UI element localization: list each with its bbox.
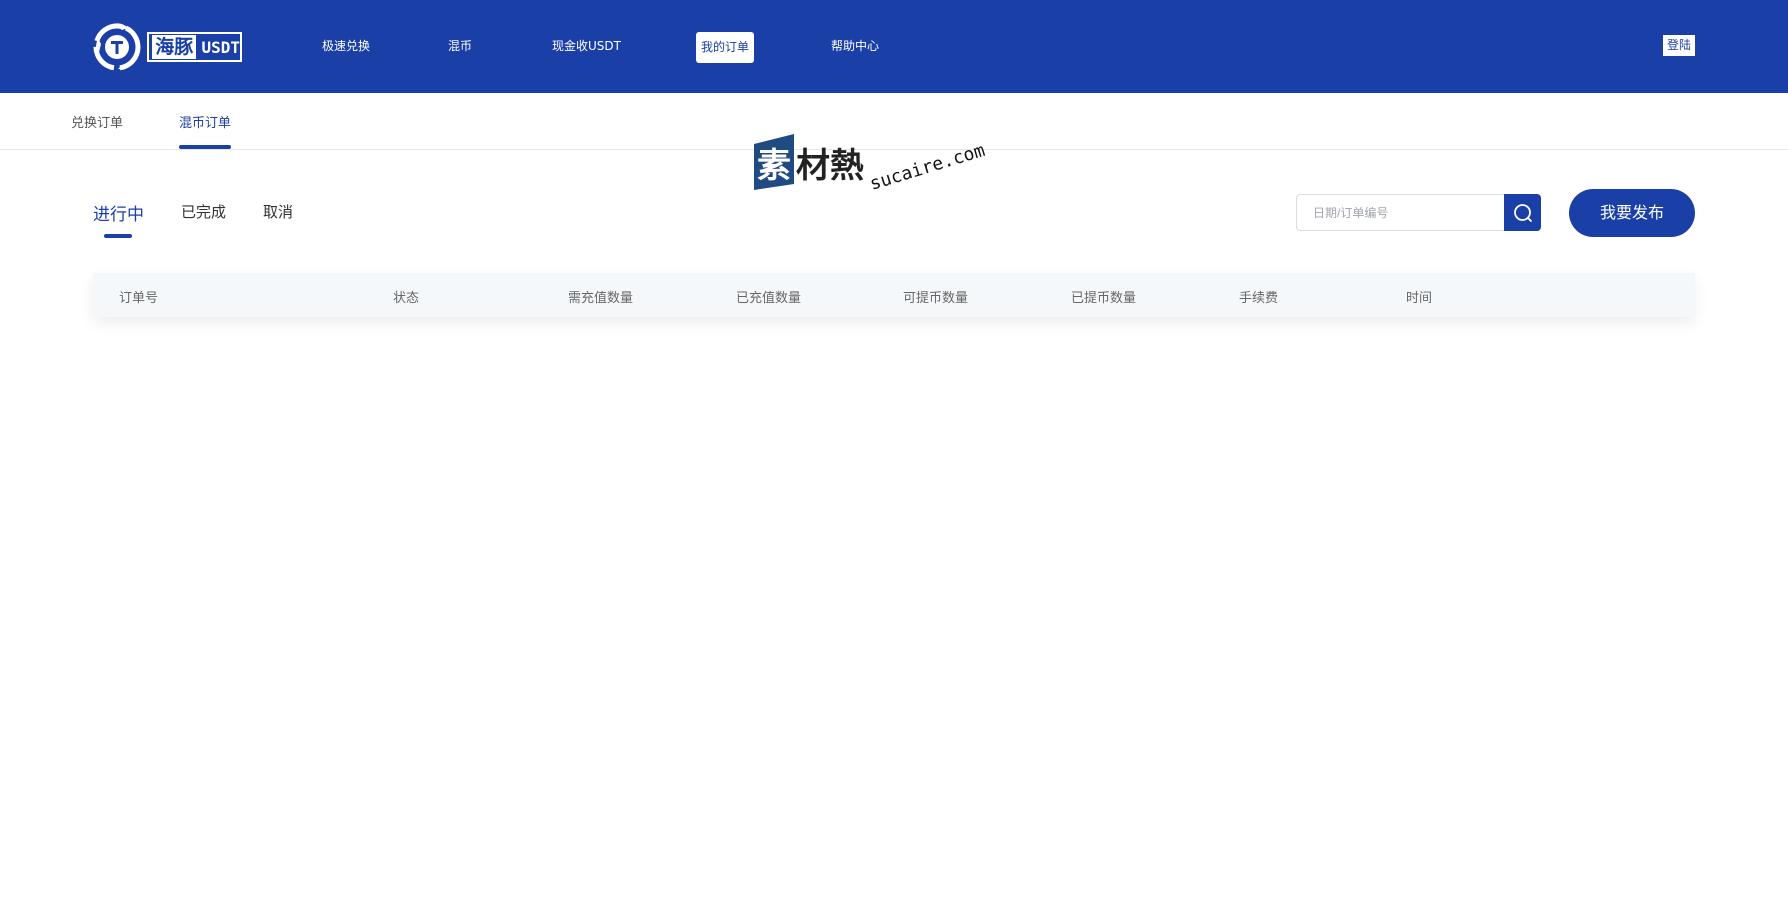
search-input[interactable]: [1296, 194, 1504, 231]
dolphin-logo-icon: [93, 23, 141, 71]
column-withdrawn: 已提币数量: [1071, 291, 1137, 306]
column-withdrawable: 可提币数量: [903, 291, 969, 306]
status-tab-cancelled[interactable]: 取消: [263, 201, 293, 222]
tab-mixing-orders[interactable]: 混币订单: [179, 112, 231, 131]
nav-item-cash-usdt[interactable]: 现金收USDT: [552, 35, 621, 57]
site-logo[interactable]: 海豚 USDT: [92, 20, 244, 72]
publish-button[interactable]: 我要发布: [1569, 189, 1695, 237]
status-tab-completed[interactable]: 已完成: [181, 201, 226, 222]
nav-item-my-orders[interactable]: 我的订单: [696, 32, 755, 63]
watermark-en-text: sucaire.com: [867, 140, 987, 195]
status-tab-indicator: [104, 234, 132, 238]
top-header: 海豚 USDT 极速兑换 混币 现金收USDT 我的订单 帮助中心 登陆: [0, 0, 1788, 93]
logo-cn-text: 海豚: [152, 35, 197, 59]
nav-item-help-center[interactable]: 帮助中心: [831, 35, 879, 57]
column-deposited: 已充值数量: [736, 291, 802, 306]
column-fee: 手续费: [1239, 291, 1279, 306]
logo-en-text: USDT: [201, 37, 240, 57]
watermark-cn-text: 材熱: [796, 146, 864, 186]
search-icon: [1513, 203, 1532, 222]
watermark-logo: 素 材熱 sucaire.com: [754, 134, 987, 195]
nav-item-mixing[interactable]: 混币: [448, 35, 472, 57]
search-button[interactable]: [1504, 194, 1541, 231]
column-required-deposit: 需充值数量: [568, 291, 634, 306]
active-tab-indicator: [179, 145, 231, 149]
status-tab-in-progress[interactable]: 进行中: [93, 200, 144, 225]
column-order-number: 订单号: [119, 291, 159, 306]
column-time: 时间: [1406, 291, 1433, 306]
column-status: 状态: [393, 291, 420, 306]
svg-text:素: 素: [757, 146, 791, 186]
logo-wordmark: 海豚 USDT: [147, 32, 242, 62]
tab-exchange-orders[interactable]: 兑换订单: [71, 112, 123, 131]
nav-item-fast-exchange[interactable]: 极速兑换: [322, 35, 370, 57]
login-button[interactable]: 登陆: [1663, 35, 1695, 56]
orders-table-header: 订单号 状态 需充值数量 已充值数量 可提币数量 已提币数量 手续费 时间: [93, 273, 1695, 317]
